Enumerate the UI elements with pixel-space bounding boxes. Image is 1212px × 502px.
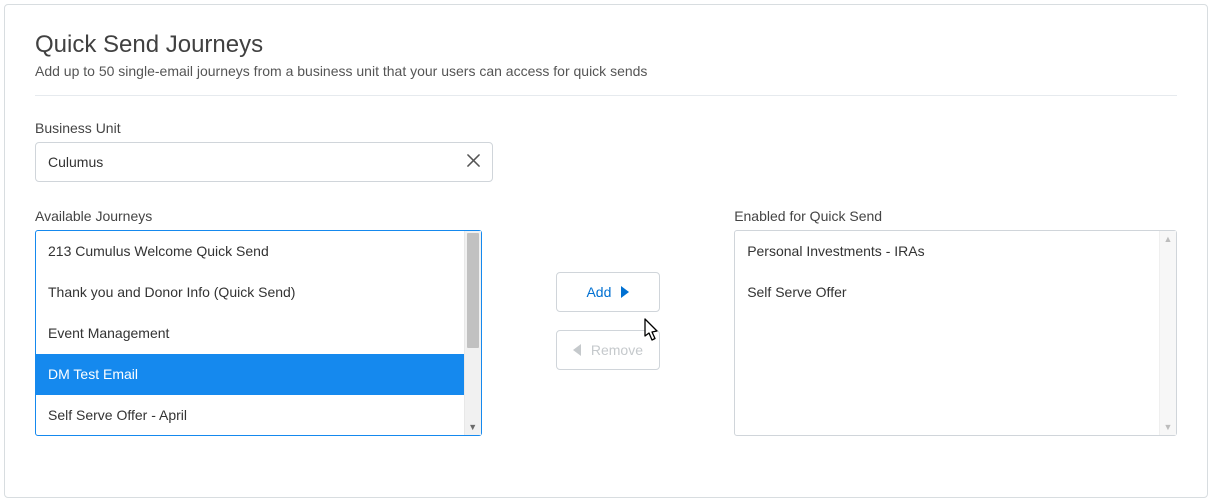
remove-button-label: Remove bbox=[591, 342, 643, 358]
scroll-up-icon: ▲ bbox=[1160, 234, 1176, 244]
close-icon bbox=[467, 154, 480, 170]
scrollbar: ▲ ▼ bbox=[1159, 231, 1176, 435]
list-item[interactable]: 213 Cumulus Welcome Quick Send bbox=[36, 231, 464, 272]
list-item[interactable]: Self Serve Offer bbox=[735, 272, 1159, 313]
scrollbar[interactable]: ▼ bbox=[464, 231, 481, 435]
business-unit-field-wrap bbox=[35, 142, 493, 182]
quick-send-panel: Quick Send Journeys Add up to 50 single-… bbox=[4, 4, 1208, 498]
available-journeys-listbox[interactable]: 213 Cumulus Welcome Quick SendThank you … bbox=[35, 230, 482, 436]
page-subtitle: Add up to 50 single-email journeys from … bbox=[35, 63, 1177, 96]
list-item[interactable]: DM Test Email bbox=[36, 354, 464, 395]
business-unit-input[interactable] bbox=[35, 142, 493, 182]
clear-button[interactable] bbox=[461, 150, 485, 174]
add-button[interactable]: Add bbox=[556, 272, 660, 312]
add-button-label: Add bbox=[586, 284, 611, 300]
list-item[interactable]: Event Management bbox=[36, 313, 464, 354]
scroll-down-icon: ▼ bbox=[465, 422, 481, 432]
enabled-journeys-listbox[interactable]: Personal Investments - IRAsSelf Serve Of… bbox=[734, 230, 1177, 436]
list-item[interactable]: Self Serve Offer - April bbox=[36, 395, 464, 435]
chevron-left-icon bbox=[573, 344, 581, 356]
scroll-down-icon: ▼ bbox=[1160, 422, 1176, 432]
list-item[interactable]: Thank you and Donor Info (Quick Send) bbox=[36, 272, 464, 313]
scrollbar-thumb[interactable] bbox=[467, 233, 479, 348]
business-unit-label: Business Unit bbox=[35, 120, 1177, 136]
chevron-right-icon bbox=[621, 286, 629, 298]
remove-button[interactable]: Remove bbox=[556, 330, 660, 370]
enabled-journeys-label: Enabled for Quick Send bbox=[734, 208, 1177, 224]
available-journeys-label: Available Journeys bbox=[35, 208, 482, 224]
list-item[interactable]: Personal Investments - IRAs bbox=[735, 231, 1159, 272]
page-title: Quick Send Journeys bbox=[35, 31, 1177, 59]
